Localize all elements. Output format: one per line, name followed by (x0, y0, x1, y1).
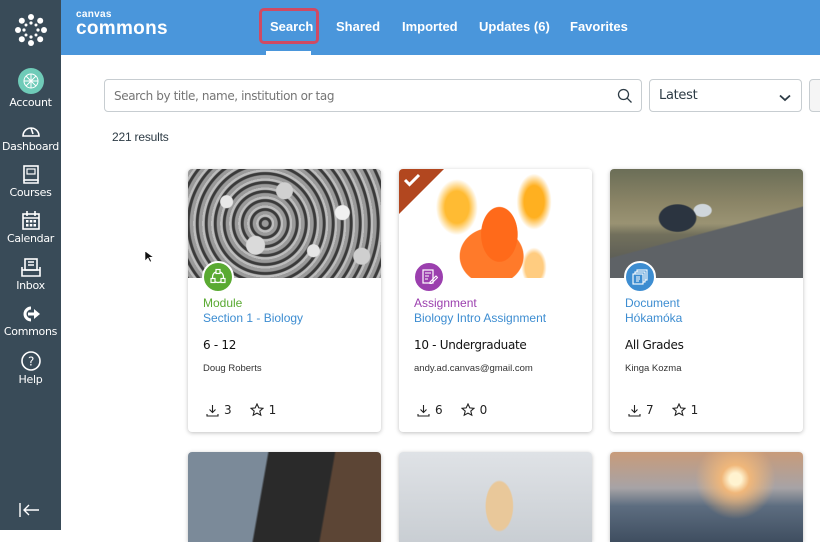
commons-header: canvas commons Search Shared Imported Up… (61, 0, 820, 55)
nav-item-inbox[interactable]: Inbox (0, 257, 61, 292)
nav-item-account[interactable]: Account (0, 66, 61, 109)
star-icon (460, 403, 475, 417)
resource-title-link[interactable]: Hókamóka (625, 311, 682, 325)
assignment-icon (422, 269, 438, 285)
anatomy-model-image (399, 452, 592, 542)
nav-label-dashboard: Dashboard (2, 140, 59, 153)
checkmark-icon (403, 173, 421, 187)
mouse-cursor-icon (144, 250, 154, 263)
search-icon (617, 88, 632, 103)
resource-type: Document (625, 296, 680, 310)
resource-stats: 6 0 (417, 403, 505, 417)
grade-level: 10 - Undergraduate (414, 338, 527, 352)
document-badge (624, 261, 656, 293)
account-avatar-icon (17, 68, 44, 94)
resource-card-partial[interactable] (610, 452, 803, 542)
star-icon (249, 403, 264, 417)
resource-card[interactable]: Assignment Biology Intro Assignment 10 -… (399, 169, 592, 432)
nav-label-calendar: Calendar (6, 232, 55, 245)
dashboard-gauge-icon (21, 127, 40, 137)
download-count: 7 (646, 403, 654, 417)
nav-label-inbox: Inbox (16, 279, 45, 292)
courses-book-icon (22, 165, 39, 184)
assignment-badge (413, 261, 445, 293)
calendar-icon (21, 211, 40, 230)
module-icon (210, 268, 226, 284)
collapse-nav-button[interactable] (18, 502, 40, 523)
author-name: Kinga Kozma (625, 363, 682, 374)
tab-search[interactable]: Search (270, 19, 313, 34)
resource-type: Assignment (414, 296, 477, 310)
canvas-logo-icon (14, 14, 47, 46)
sort-selected-value: Latest (659, 88, 698, 103)
chevron-down-icon (779, 94, 791, 102)
help-question-icon: ? (20, 351, 41, 371)
resource-card[interactable]: Module Section 1 - Biology 6 - 12 Doug R… (188, 169, 381, 432)
active-tab-indicator (266, 51, 311, 55)
inbox-icon (20, 258, 41, 277)
writing-notes-image (188, 452, 381, 542)
city-sunset-image (610, 452, 803, 542)
star-icon (671, 403, 686, 417)
author-name: Doug Roberts (203, 363, 262, 374)
nav-item-help[interactable]: ? Help (0, 349, 61, 386)
canvas-logo[interactable] (0, 0, 61, 60)
commons-arrow-icon (23, 306, 40, 322)
nav-label-help: Help (18, 373, 43, 386)
tab-shared[interactable]: Shared (336, 19, 380, 34)
collapse-nav-icon (19, 503, 39, 517)
resource-type: Module (203, 296, 243, 310)
download-icon (628, 404, 641, 417)
nav-item-commons[interactable]: Commons (0, 303, 61, 338)
search-input[interactable] (114, 88, 604, 103)
sort-select[interactable]: Latest (649, 79, 802, 112)
favorite-count: 1 (690, 403, 699, 417)
global-navigation: Account Dashboard Courses Calendar Inbox… (0, 0, 61, 530)
grade-level: All Grades (625, 338, 684, 352)
resource-card-partial[interactable] (188, 452, 381, 542)
resource-title-link[interactable]: Biology Intro Assignment (414, 311, 546, 325)
nav-item-dashboard[interactable]: Dashboard (0, 118, 61, 153)
resource-stats: 7 1 (628, 403, 716, 417)
grade-level: 6 - 12 (203, 338, 237, 352)
brand-big-text: commons (76, 18, 168, 39)
download-icon (206, 404, 219, 417)
search-button[interactable] (617, 88, 633, 109)
favorite-count: 1 (268, 403, 277, 417)
svg-text:?: ? (27, 355, 33, 369)
resource-card[interactable]: Document Hókamóka All Grades Kinga Kozma… (610, 169, 803, 432)
search-box (104, 79, 642, 112)
document-icon (632, 269, 648, 285)
tab-updates[interactable]: Updates (6) (479, 19, 550, 34)
nav-item-calendar[interactable]: Calendar (0, 210, 61, 245)
resource-card-partial[interactable] (399, 452, 592, 542)
nav-label-account: Account (9, 96, 52, 109)
download-icon (417, 404, 430, 417)
filter-button[interactable] (809, 79, 820, 112)
nav-label-commons: Commons (3, 325, 58, 338)
tab-favorites[interactable]: Favorites (570, 19, 628, 34)
download-count: 6 (435, 403, 443, 417)
tab-imported[interactable]: Imported (402, 19, 458, 34)
resource-title-link[interactable]: Section 1 - Biology (203, 311, 303, 325)
nav-label-courses: Courses (9, 186, 52, 199)
canvas-commons-logo[interactable]: canvas commons (76, 10, 168, 39)
module-badge (202, 261, 234, 293)
download-count: 3 (224, 403, 232, 417)
resource-stats: 3 1 (206, 403, 294, 417)
nav-item-courses[interactable]: Courses (0, 164, 61, 199)
results-count: 221 results (112, 130, 169, 144)
author-name: andy.ad.canvas@gmail.com (414, 363, 533, 374)
favorite-count: 0 (479, 403, 488, 417)
